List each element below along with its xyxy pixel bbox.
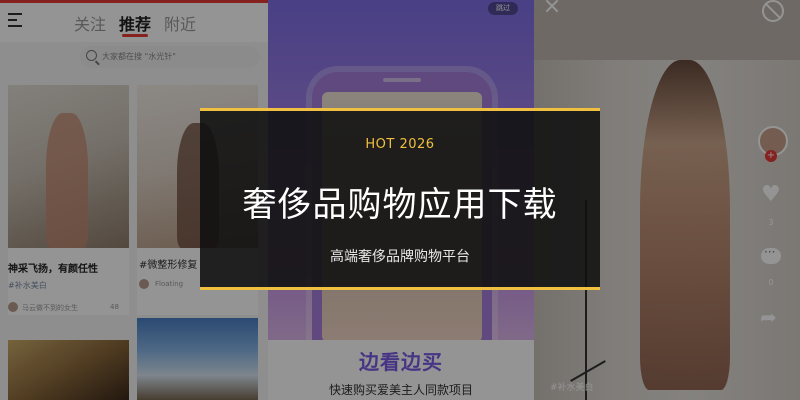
banner-title: 奢侈品购物应用下载 [242, 185, 558, 225]
banner-label: HOT 2026 [365, 137, 435, 152]
banner-subtitle: 高端奢侈品牌购物平台 [330, 249, 470, 265]
download-banner[interactable]: HOT 2026 奢侈品购物应用下载 高端奢侈品牌购物平台 [200, 108, 600, 290]
